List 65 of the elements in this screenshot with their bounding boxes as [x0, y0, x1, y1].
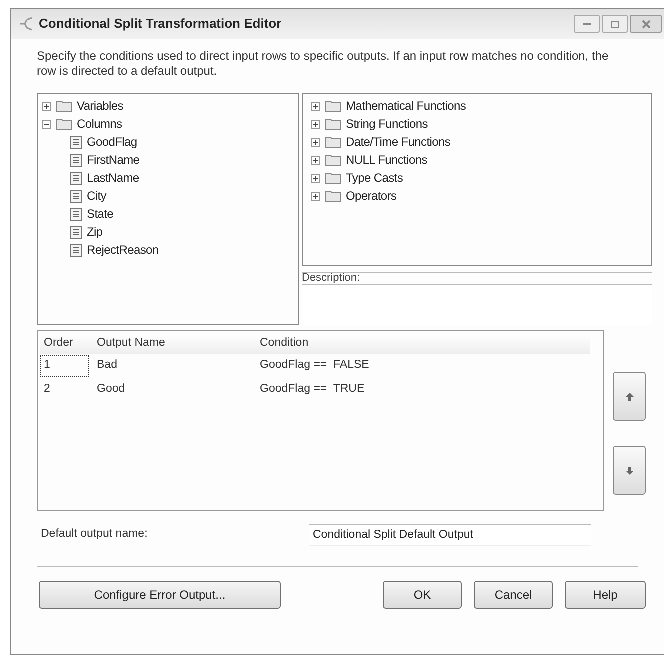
tree-item[interactable]: City [87, 187, 106, 205]
expand-icon[interactable] [311, 138, 320, 146]
expand-icon[interactable] [311, 120, 320, 128]
app-icon [19, 17, 33, 31]
tree-item[interactable]: Zip [87, 223, 103, 241]
column-icon [70, 226, 82, 238]
expand-icon[interactable] [311, 192, 320, 200]
tree-item[interactable]: State [87, 205, 114, 223]
configure-error-output-button[interactable]: Configure Error Output... [39, 581, 281, 609]
expand-icon[interactable] [311, 156, 320, 164]
instructions-text: Specify the conditions used to direct input rows to specific outputs. If an input row matches no condition, the row is directed to a default output. [37, 49, 610, 79]
expand-icon[interactable] [42, 102, 51, 110]
folder-icon [325, 100, 341, 112]
tree-item[interactable]: Type Casts [346, 169, 404, 187]
down-arrow-icon [626, 466, 634, 474]
default-output-label: Default output name: [41, 527, 149, 542]
table-cell: 1 [40, 355, 89, 377]
folder-icon [56, 100, 72, 112]
tree-item[interactable]: Date/Time Functions [346, 133, 451, 151]
tree-item[interactable]: GoodFlag [87, 133, 138, 151]
column-icon [70, 244, 82, 256]
column-header[interactable]: Condition [260, 335, 590, 353]
folder-icon [56, 118, 72, 130]
tree-item[interactable]: FirstName [87, 151, 140, 169]
table-cell-text: GoodFlag == FALSE [260, 358, 370, 374]
column-icon [70, 154, 82, 166]
column-header[interactable]: Order [40, 335, 95, 353]
maximize-button[interactable] [602, 15, 628, 33]
tree-item[interactable]: Columns [77, 115, 122, 133]
column-header[interactable]: Output Name [95, 335, 260, 353]
description-header: Description: [302, 272, 652, 285]
tree-item[interactable]: String Functions [346, 115, 428, 133]
column-icon [70, 208, 82, 220]
help-button[interactable]: Help [565, 581, 646, 609]
cancel-button[interactable]: Cancel [474, 581, 553, 609]
folder-icon [325, 172, 341, 184]
minimize-button[interactable] [574, 15, 600, 33]
table-cell-text: Good [96, 382, 126, 398]
tree-item[interactable]: Mathematical Functions [346, 97, 466, 115]
column-icon [70, 172, 82, 184]
move-down-button[interactable] [613, 446, 646, 495]
folder-icon [325, 154, 341, 166]
tree-item[interactable]: NULL Functions [346, 151, 428, 169]
table-cell-text: 2 [43, 382, 52, 398]
close-button[interactable] [630, 15, 662, 33]
move-up-button[interactable] [613, 372, 646, 421]
column-icon [70, 190, 82, 202]
expand-icon[interactable] [311, 174, 320, 182]
up-arrow-icon [626, 392, 634, 400]
tree-item[interactable]: Operators [346, 187, 397, 205]
collapse-icon[interactable] [42, 120, 51, 128]
folder-icon [325, 136, 341, 148]
folder-icon [325, 190, 341, 202]
folder-icon [325, 118, 341, 130]
tree-item[interactable]: Variables [77, 97, 124, 115]
table-cell-text: Bad [96, 358, 118, 374]
column-icon [70, 136, 82, 148]
table-cell-text: GoodFlag == TRUE [260, 382, 366, 398]
close-icon [642, 20, 650, 28]
expand-icon[interactable] [311, 102, 320, 110]
window-title: Conditional Split Transformation Editor [39, 15, 282, 34]
ok-button[interactable]: OK [383, 581, 462, 609]
tree-item[interactable]: RejectReason [87, 241, 159, 259]
tree-item[interactable]: LastName [87, 169, 140, 187]
default-output-field[interactable]: Conditional Split Default Output [309, 524, 591, 546]
